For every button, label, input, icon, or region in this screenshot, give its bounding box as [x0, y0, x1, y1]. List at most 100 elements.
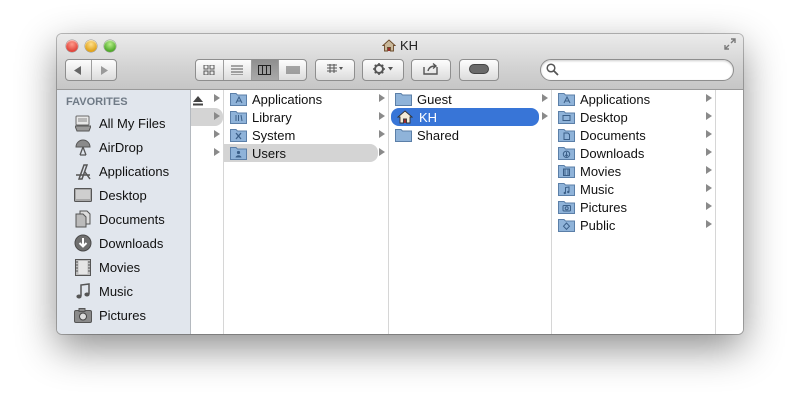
folder-label: Desktop	[580, 109, 628, 125]
folder-row-applications[interactable]: Applications	[552, 90, 715, 108]
search-input[interactable]	[561, 63, 730, 79]
browser-column-4: Applications Desktop Documents Downloads	[552, 90, 716, 334]
forward-arrow-icon[interactable]	[90, 60, 117, 80]
eject-icon[interactable]	[193, 94, 203, 109]
folder-row-kh[interactable]: KH	[391, 108, 539, 126]
folder-row-library[interactable]: Library	[224, 108, 388, 126]
folder-label: Movies	[580, 163, 622, 179]
folder-row-downloads[interactable]: Downloads	[552, 144, 715, 162]
list-item[interactable]	[191, 144, 223, 162]
folder-label: Pictures	[580, 199, 627, 215]
fullscreen-icon[interactable]	[724, 38, 738, 52]
sidebar-item-documents[interactable]: Documents	[57, 208, 190, 230]
folder-label: Library	[252, 109, 292, 125]
folder-row-applications[interactable]: Applications	[224, 90, 388, 108]
folder-row-shared[interactable]: Shared	[389, 126, 551, 144]
browser-column-5	[716, 90, 743, 334]
folder-row-guest[interactable]: Guest	[389, 90, 551, 108]
eject-row[interactable]	[191, 90, 223, 108]
disclosure-arrow-icon	[214, 112, 220, 120]
search-field[interactable]	[540, 59, 734, 81]
disclosure-arrow-icon	[706, 166, 712, 174]
music-icon	[73, 282, 93, 300]
folder-row-public[interactable]: Public	[552, 216, 715, 234]
folder-label: Guest	[417, 91, 452, 107]
sidebar-item-downloads[interactable]: Downloads	[57, 232, 190, 254]
sidebar-item-label: Pictures	[99, 307, 146, 323]
pictures-icon	[73, 306, 93, 324]
sidebar-item-label: AirDrop	[99, 139, 144, 155]
disclosure-arrow-icon	[542, 112, 548, 120]
disclosure-arrow-icon	[706, 130, 712, 138]
folder-label: Documents	[580, 127, 646, 143]
public-folder-icon	[557, 217, 575, 233]
finder-window: KH FAVORITES All My Files AirDrop Applic…	[57, 34, 743, 334]
window-title: KH	[399, 38, 419, 53]
sidebar: FAVORITES All My Files AirDrop Applicati…	[57, 90, 191, 334]
gear-icon	[372, 62, 394, 79]
folder-row-music[interactable]: Music	[552, 180, 715, 198]
sidebar-item-airdrop[interactable]: AirDrop	[57, 136, 190, 158]
disclosure-arrow-icon	[706, 202, 712, 210]
applications-icon	[73, 162, 93, 180]
disclosure-arrow-icon	[706, 148, 712, 156]
arrange-grid-icon	[326, 63, 344, 77]
sidebar-item-label: Music	[99, 283, 133, 299]
title-bar: KH	[57, 34, 743, 90]
movies-folder-icon	[557, 163, 575, 179]
folder-row-system[interactable]: System	[224, 126, 388, 144]
back-arrow-icon[interactable]	[66, 60, 91, 80]
disclosure-arrow-icon	[706, 94, 712, 102]
sidebar-item-pictures[interactable]: Pictures	[57, 304, 190, 326]
downloads-folder-icon	[557, 145, 575, 161]
sidebar-heading: FAVORITES	[66, 96, 128, 108]
sidebar-item-music[interactable]: Music	[57, 280, 190, 302]
downloads-icon	[73, 234, 93, 252]
folder-label: Music	[580, 181, 614, 197]
documents-folder-icon	[557, 127, 575, 143]
home-icon	[396, 109, 414, 125]
disclosure-arrow-icon	[542, 94, 548, 102]
disclosure-arrow-icon	[214, 94, 220, 102]
folder-label: KH	[419, 109, 438, 125]
list-view-icon[interactable]	[222, 60, 251, 80]
disclosure-arrow-icon	[706, 220, 712, 228]
desktop-icon	[73, 186, 93, 204]
share-icon	[423, 62, 439, 78]
disclosure-arrow-icon	[379, 130, 385, 138]
action-button[interactable]	[362, 59, 404, 81]
sidebar-item-label: Documents	[99, 211, 165, 227]
folder-row-desktop[interactable]: Desktop	[552, 108, 715, 126]
share-button[interactable]	[411, 59, 451, 81]
sidebar-item-movies[interactable]: Movies	[57, 256, 190, 278]
folder-row-pictures[interactable]: Pictures	[552, 198, 715, 216]
folder-row-documents[interactable]: Documents	[552, 126, 715, 144]
sidebar-item-label: Downloads	[99, 235, 164, 251]
icon-view-icon[interactable]	[196, 60, 223, 80]
browser-column-3: Guest KH Shared	[389, 90, 552, 334]
folder-label: System	[252, 127, 296, 143]
arrange-button[interactable]	[315, 59, 355, 81]
pictures-folder-icon	[557, 199, 575, 215]
folder-row-users[interactable]: Users	[224, 144, 378, 162]
disclosure-arrow-icon	[706, 184, 712, 192]
column-view-icon[interactable]	[250, 60, 279, 80]
all-files-icon	[73, 114, 93, 132]
users-folder-icon	[229, 145, 247, 161]
folder-icon	[394, 127, 412, 143]
disclosure-arrow-icon	[214, 130, 220, 138]
tag-button[interactable]	[459, 59, 499, 81]
selected-volume-row[interactable]	[191, 108, 223, 126]
list-item[interactable]	[191, 126, 223, 144]
movies-icon	[73, 258, 93, 276]
sidebar-item-applications[interactable]: Applications	[57, 160, 190, 182]
coverflow-view-icon[interactable]	[278, 60, 306, 80]
browser-column-2: Applications Library System Users	[224, 90, 389, 334]
sidebar-item-all-my-files[interactable]: All My Files	[57, 112, 190, 134]
search-icon	[546, 63, 559, 79]
applications-folder-icon	[557, 91, 575, 107]
disclosure-arrow-icon	[379, 112, 385, 120]
folder-label: Applications	[252, 91, 323, 107]
sidebar-item-desktop[interactable]: Desktop	[57, 184, 190, 206]
folder-row-movies[interactable]: Movies	[552, 162, 715, 180]
